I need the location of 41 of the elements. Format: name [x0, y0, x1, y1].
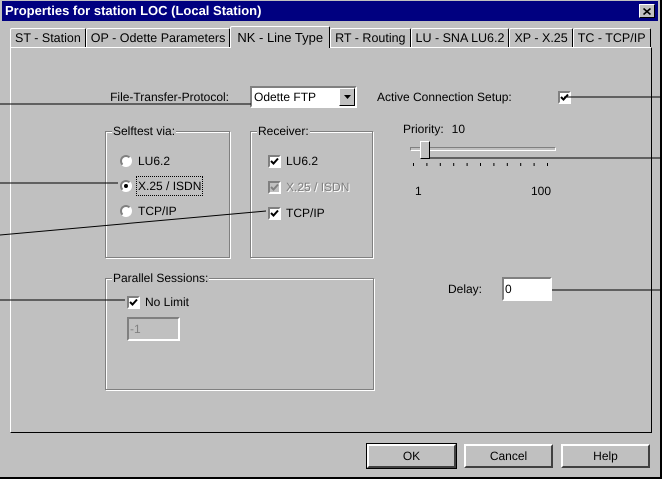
- field-label: File-Transfer-Protocol:: [109, 89, 229, 106]
- group-title: Parallel Sessions:: [112, 271, 210, 285]
- radio-button[interactable]: [120, 155, 132, 167]
- slider-min-label: 1: [415, 183, 422, 200]
- dialog-button[interactable]: Help: [561, 444, 650, 468]
- close-icon: [643, 8, 651, 14]
- close-button[interactable]: [639, 4, 655, 18]
- slider-max-label: 100: [530, 183, 551, 200]
- radio-button[interactable]: [120, 205, 132, 217]
- protocol-dropdown[interactable]: Odette FTP: [250, 86, 357, 108]
- group-title: Receiver:: [257, 124, 310, 138]
- tab[interactable]: OP - Odette Parameters: [86, 28, 230, 47]
- checkbox[interactable]: [268, 206, 281, 220]
- tab[interactable]: TC - TCP/IP: [572, 28, 651, 47]
- checkbox-label: TCP/IP: [286, 205, 325, 222]
- delay-field[interactable]: 0: [502, 277, 552, 301]
- radio-label[interactable]: LU6.2: [137, 152, 172, 170]
- tab[interactable]: XP - X.25: [509, 28, 573, 47]
- checkbox[interactable]: [268, 154, 281, 168]
- field-label: Delay:: [448, 281, 482, 298]
- dialog-button[interactable]: OK: [367, 444, 456, 468]
- slider-label: Priority:: [403, 121, 444, 138]
- checkbox-label: LU6.2: [286, 153, 318, 170]
- dialog-button[interactable]: Cancel: [464, 444, 553, 468]
- radio-label[interactable]: X.25 / ISDN: [137, 177, 202, 195]
- radio-button[interactable]: [120, 180, 132, 192]
- tab[interactable]: LU - SNA LU6.2: [410, 28, 510, 47]
- checkbox-label: No Limit: [145, 294, 190, 311]
- slider-value: 10: [452, 121, 466, 138]
- tab[interactable]: ST - Station: [10, 28, 86, 47]
- window-title: Properties for station LOC (Local Station): [5, 2, 262, 20]
- checkbox-label: Active Connection Setup:: [377, 89, 513, 106]
- group-title: Selftest via:: [112, 124, 176, 138]
- radio-label[interactable]: TCP/IP: [137, 202, 178, 220]
- tab[interactable]: RT - Routing: [330, 28, 410, 47]
- dropdown-arrow-icon: [344, 95, 350, 99]
- checkbox-label: X.25 / ISDN: [286, 179, 350, 196]
- tab[interactable]: NK - Line Type: [230, 26, 330, 48]
- checkbox[interactable]: [558, 90, 571, 104]
- checkbox[interactable]: [127, 296, 140, 308]
- slider-thumb[interactable]: [420, 141, 430, 159]
